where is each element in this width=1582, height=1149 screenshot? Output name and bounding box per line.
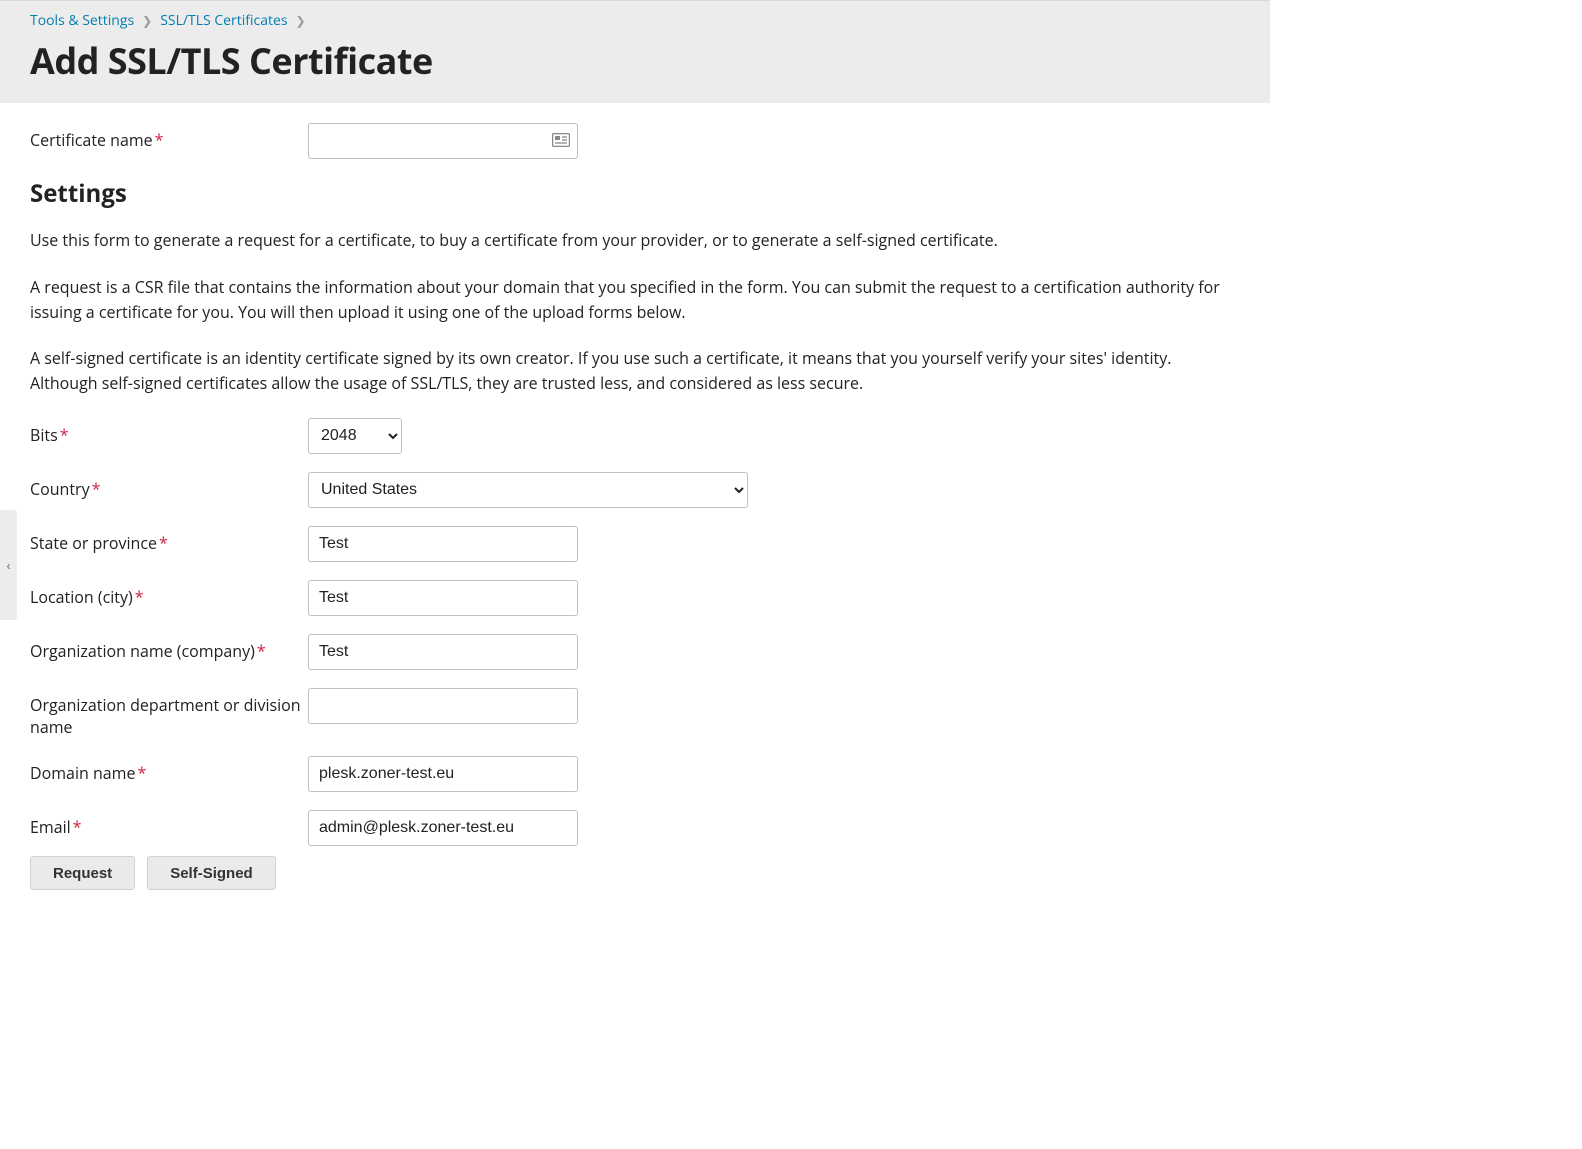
breadcrumb-tools-settings[interactable]: Tools & Settings [30,11,134,30]
breadcrumb-ssl-certs[interactable]: SSL/TLS Certificates [160,11,287,30]
label-bits: Bits* [30,418,308,447]
email-input[interactable] [308,810,578,846]
row-email: Email* [30,810,1240,846]
label-org: Organization name (company)* [30,634,308,663]
description-3: A self-signed certificate is an identity… [30,346,1240,396]
page-header: Tools & Settings ❯ SSL/TLS Certificates … [0,0,1270,103]
label-city: Location (city)* [30,580,308,609]
bits-select[interactable]: 2048 [308,418,402,454]
description-1: Use this form to generate a request for … [30,228,1240,253]
section-title-settings: Settings [30,177,1240,210]
chevron-right-icon: ❯ [142,12,152,29]
self-signed-button[interactable]: Self-Signed [147,856,276,890]
dept-input[interactable] [308,688,578,724]
city-input[interactable] [308,580,578,616]
row-city: Location (city)* [30,580,1240,616]
breadcrumb: Tools & Settings ❯ SSL/TLS Certificates … [30,11,1240,30]
row-domain: Domain name* [30,756,1240,792]
row-country: Country* United States [30,472,1240,508]
row-cert-name: Certificate name* [30,123,1240,159]
label-country: Country* [30,472,308,501]
country-select[interactable]: United States [308,472,748,508]
sidebar-collapse-toggle[interactable]: ‹ [0,510,17,620]
chevron-right-icon: ❯ [296,12,306,29]
label-domain: Domain name* [30,756,308,785]
cert-name-input[interactable] [308,123,578,159]
org-input[interactable] [308,634,578,670]
state-input[interactable] [308,526,578,562]
row-org: Organization name (company)* [30,634,1240,670]
page-title: Add SSL/TLS Certificate [30,36,1240,85]
content-area: Certificate name* Settings Use this form… [0,103,1270,920]
request-button[interactable]: Request [30,856,135,890]
chevron-left-icon: ‹ [7,556,11,574]
row-dept: Organization department or division name [30,688,1240,738]
label-email: Email* [30,810,308,839]
button-row: Request Self-Signed [30,856,1240,890]
label-state: State or province* [30,526,308,555]
description-2: A request is a CSR file that contains th… [30,275,1240,325]
label-cert-name: Certificate name* [30,123,308,152]
row-bits: Bits* 2048 [30,418,1240,454]
row-state: State or province* [30,526,1240,562]
label-dept: Organization department or division name [30,688,308,738]
domain-input[interactable] [308,756,578,792]
